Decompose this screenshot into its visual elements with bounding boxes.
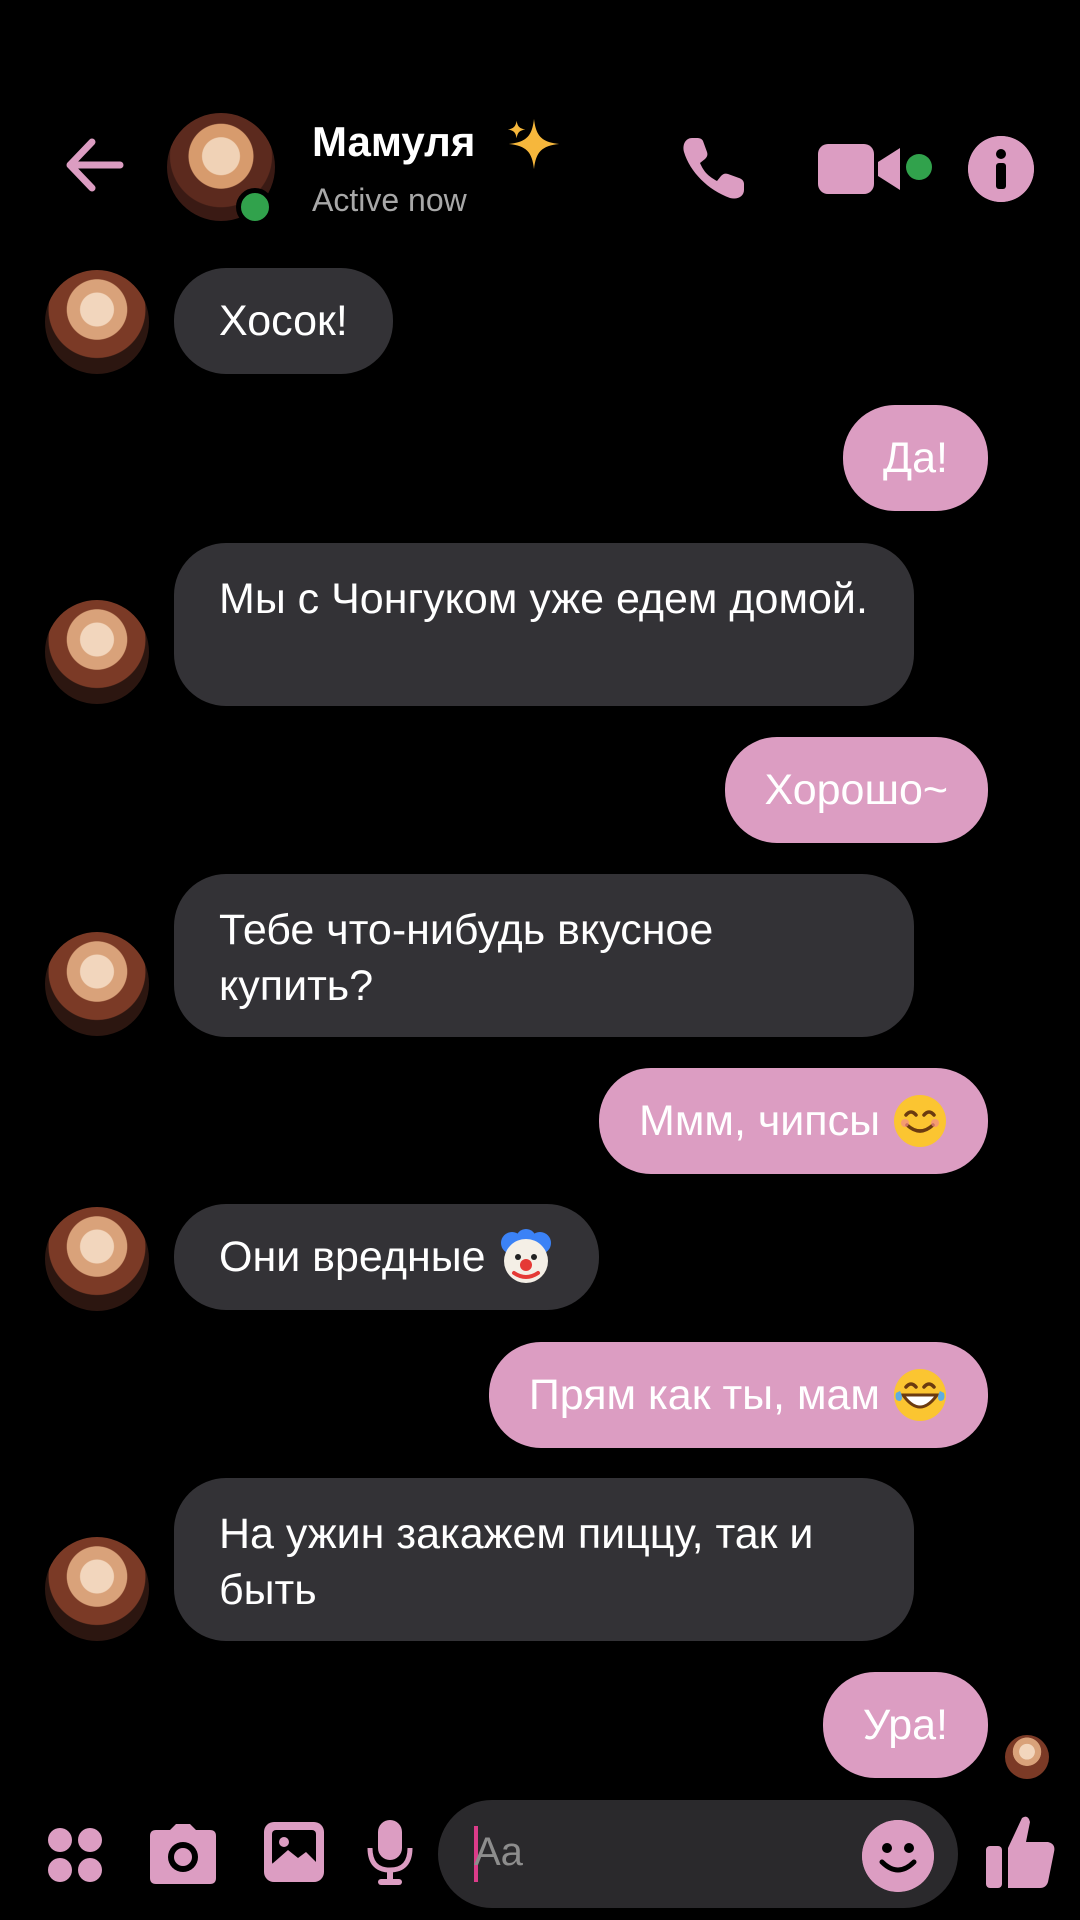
apps-icon[interactable]: [46, 1826, 104, 1884]
clown-face-icon: [500, 1229, 551, 1283]
video-camera-icon[interactable]: [816, 140, 906, 198]
phone-icon[interactable]: [678, 132, 750, 204]
sender-avatar[interactable]: [45, 600, 149, 704]
outgoing-message[interactable]: Прям как ты, мам: [488, 1342, 988, 1448]
sender-avatar[interactable]: [45, 1207, 149, 1311]
sender-avatar[interactable]: [45, 270, 149, 374]
info-icon[interactable]: [968, 136, 1034, 202]
sender-avatar[interactable]: [45, 932, 149, 1036]
outgoing-message[interactable]: Ура!: [822, 1672, 988, 1778]
back-arrow-icon[interactable]: [60, 130, 130, 200]
video-online-dot: [906, 154, 932, 180]
sender-avatar[interactable]: [45, 1537, 149, 1641]
incoming-message[interactable]: Мы с Чонгуком уже едем домой.: [174, 543, 914, 706]
online-indicator: [236, 188, 274, 226]
thumbs-up-icon[interactable]: [984, 1812, 1056, 1890]
sparkle-icon: [507, 118, 560, 170]
incoming-message[interactable]: Хосок!: [174, 268, 393, 374]
camera-icon[interactable]: [148, 1822, 218, 1886]
smiling-face-icon: [894, 1095, 946, 1147]
read-receipt-avatar: [1005, 1735, 1049, 1779]
emoji-icon[interactable]: [862, 1820, 934, 1892]
grinning-sweat-face-icon: [894, 1369, 946, 1421]
outgoing-message[interactable]: Да!: [843, 405, 988, 511]
input-placeholder: Aa: [474, 1830, 523, 1874]
incoming-message[interactable]: На ужин закажем пиццу, так и быть: [174, 1478, 914, 1641]
incoming-message[interactable]: Тебе что-нибудь вкусное купить?: [174, 874, 914, 1037]
outgoing-message[interactable]: Хорошо~: [724, 737, 988, 843]
microphone-icon[interactable]: [366, 1818, 414, 1886]
gallery-icon[interactable]: [262, 1820, 326, 1884]
active-status: Active now: [312, 182, 467, 218]
contact-name[interactable]: Мамуля: [312, 118, 475, 166]
outgoing-message[interactable]: Ммм, чипсы: [599, 1068, 988, 1174]
incoming-message[interactable]: Они вредные: [174, 1204, 599, 1310]
